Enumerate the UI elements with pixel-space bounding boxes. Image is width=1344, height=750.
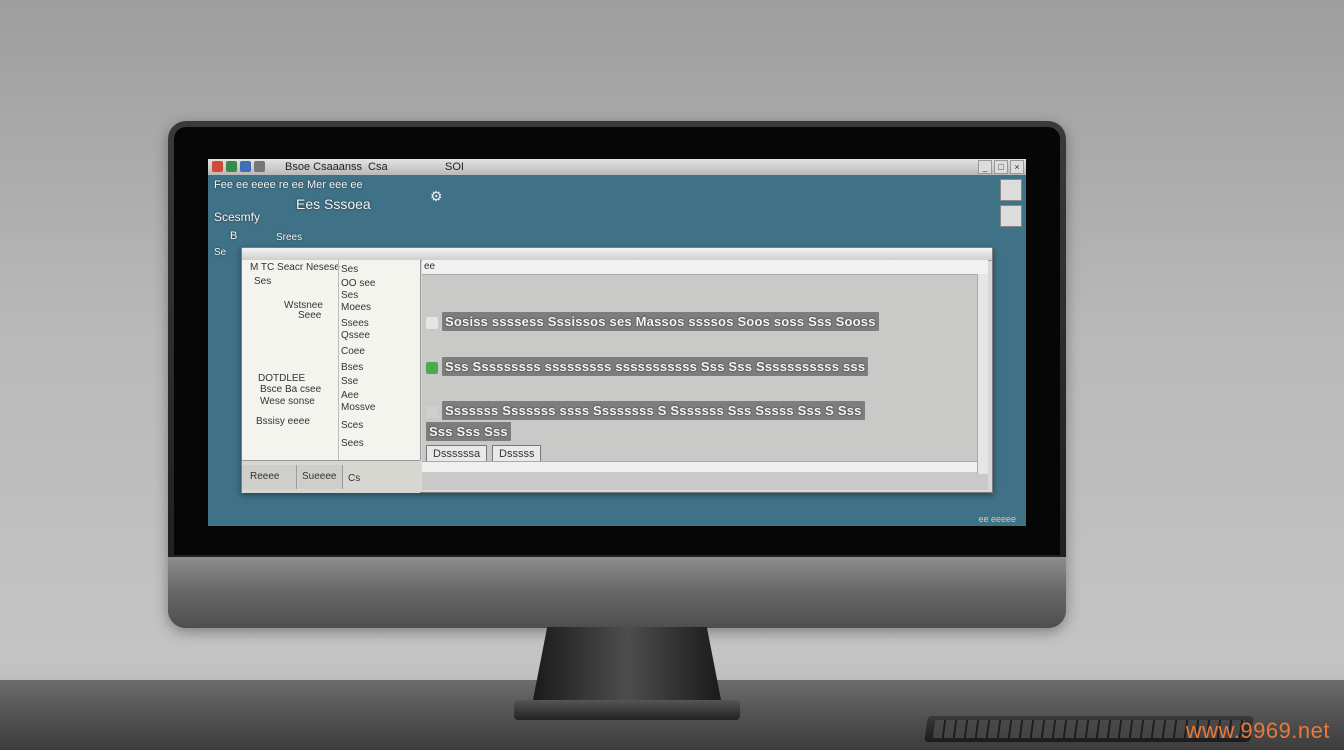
small-label: B — [230, 230, 238, 242]
panel-label: Ses — [254, 276, 272, 287]
value-item[interactable]: Ses — [341, 264, 358, 275]
small-label: Se — [214, 247, 227, 258]
panel-label: M TC Seacr Nesese — [250, 262, 340, 273]
app-icon-green[interactable] — [226, 161, 237, 172]
panel-label: Seee — [298, 310, 322, 321]
file-icon — [426, 316, 438, 329]
toolbar-button[interactable] — [1000, 179, 1022, 201]
small-label: Srees — [276, 232, 303, 243]
file-icon — [426, 361, 438, 374]
value-item[interactable]: Bses — [341, 362, 363, 373]
value-column: Ses OO see Ses Moees Ssees Qssee Coee Bs… — [338, 260, 421, 460]
list-item[interactable]: Sssssss Sssssss ssss Ssssssss S Sssssss … — [422, 401, 869, 423]
list-item[interactable]: Sosiss ssssess Sssissos ses Massos sssso… — [422, 312, 883, 334]
footer-button[interactable]: Sueeee — [298, 465, 343, 489]
dialog-window: M TC Seacr Nesese Ses Wstsnee Seee DOTDL… — [241, 247, 993, 493]
value-item[interactable]: Ses — [341, 290, 358, 301]
vertical-scrollbar[interactable] — [977, 274, 988, 474]
gear-icon[interactable]: ⚙ — [430, 188, 443, 205]
value-item[interactable]: OO see — [341, 278, 375, 289]
value-item[interactable]: Coee — [341, 346, 365, 357]
path-bar[interactable]: ee — [422, 260, 988, 275]
menu-line[interactable]: Fee ee eeee re ee Mer eee ee — [214, 179, 363, 191]
window-title-part: Csa — [368, 161, 388, 173]
footer-label: Cs — [348, 473, 361, 484]
horizontal-scrollbar[interactable] — [422, 461, 988, 472]
panel-label: DOTDLEE — [258, 373, 306, 384]
panel-label: Wese sonse — [260, 396, 315, 407]
value-item[interactable]: Qssee — [341, 330, 370, 341]
app-icon-red[interactable] — [212, 161, 223, 172]
list-item-text: Sssssss Sssssss ssss Ssssssss S Sssssss … — [442, 401, 865, 420]
watermark-logo: www.9969.net — [1185, 718, 1330, 743]
screen: Bsoe Csaaanss Csa SOI _ □ × Fee ee eeee … — [208, 159, 1026, 526]
list-item-text: Sss Sss Sss — [426, 422, 511, 441]
app-icon-gray[interactable] — [254, 161, 265, 172]
footer-button-label: Reeee — [250, 471, 280, 482]
window-title-part: SOI — [445, 161, 464, 173]
app-icon-blue[interactable] — [240, 161, 251, 172]
list-item[interactable]: Sss Sss Sss — [426, 422, 515, 444]
footer-button-label: Sueeee — [302, 471, 337, 482]
minimize-button[interactable]: _ — [978, 160, 992, 174]
path-text: ee — [424, 261, 436, 272]
file-icon — [426, 405, 438, 418]
window-title: Bsoe Csaaanss — [285, 161, 363, 173]
list-item-text: Sosiss ssssess Sssissos ses Massos sssso… — [442, 312, 879, 331]
panel-label: Bsce Ba csee — [260, 384, 322, 395]
monitor-stand-foot — [514, 700, 740, 720]
value-item[interactable]: Moees — [341, 302, 371, 313]
value-item[interactable]: Ssees — [341, 318, 369, 329]
status-text: ee eeeee — [978, 514, 1016, 524]
value-item[interactable]: Sces — [341, 420, 363, 431]
content-pane: ee Sosiss ssssess Sssissos ses Massos ss… — [422, 260, 988, 490]
close-button[interactable]: × — [1010, 160, 1024, 174]
side-toolbar — [998, 175, 1022, 235]
list-item-text: Sss Sssssssss sssssssss sssssssssss Sss … — [442, 357, 869, 376]
value-item[interactable]: Aee — [341, 390, 359, 401]
footer-button[interactable]: Reeee — [242, 465, 297, 489]
maximize-button[interactable]: □ — [994, 160, 1008, 174]
panel-label: Bssisy eeee — [256, 416, 310, 427]
window-title-bar: Bsoe Csaaanss Csa SOI _ □ × — [208, 159, 1026, 175]
value-item[interactable]: Sees — [341, 438, 364, 449]
section-label: Scesmfy — [214, 210, 261, 224]
toolbar-button[interactable] — [1000, 205, 1022, 227]
value-item[interactable]: Sse — [341, 376, 358, 387]
list-item[interactable]: Sss Sssssssss sssssssss sssssssssss Sss … — [422, 357, 872, 379]
value-item[interactable]: Mossve — [341, 402, 375, 413]
left-panel-footer: Reeee Sueeee Cs — [242, 460, 420, 493]
monitor-chin — [168, 557, 1066, 628]
section-heading: Ees Sssoea — [296, 196, 371, 212]
monitor-stand — [532, 627, 722, 705]
left-panel: M TC Seacr Nesese Ses Wstsnee Seee DOTDL… — [242, 260, 421, 460]
